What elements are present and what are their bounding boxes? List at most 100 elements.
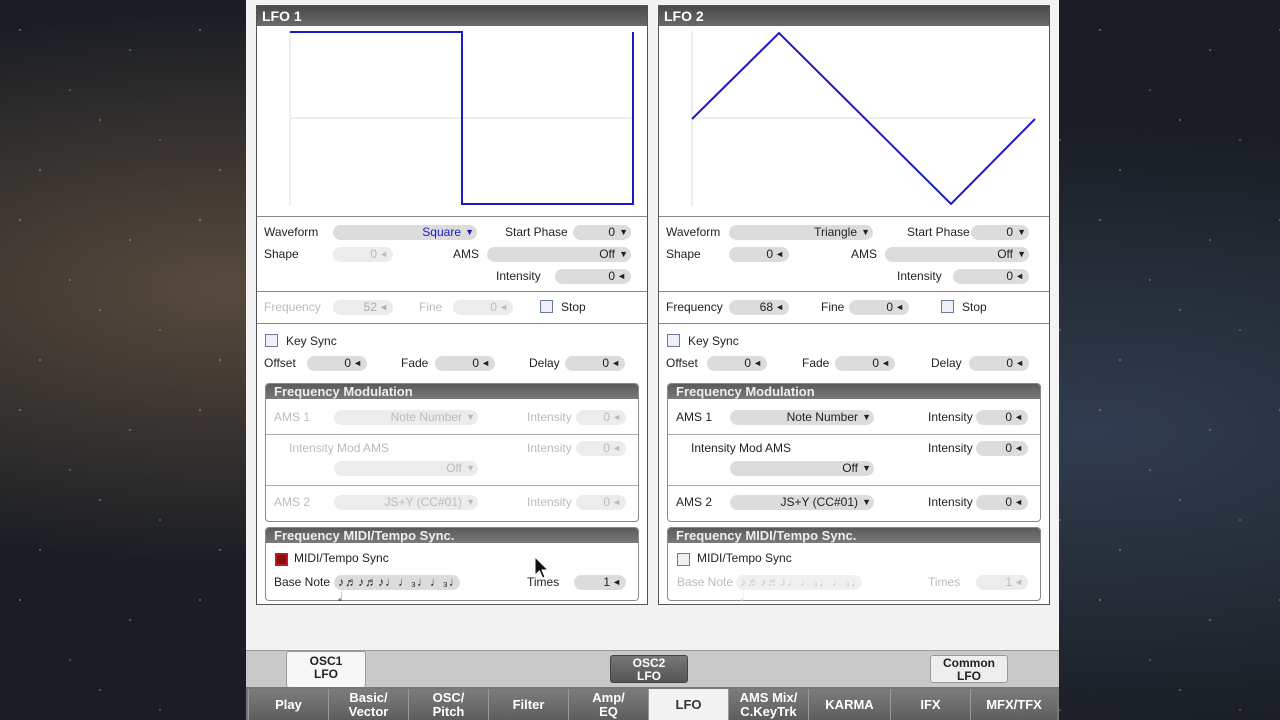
intensity-label: Intensity [496, 269, 541, 283]
tab-play[interactable]: Play [248, 689, 328, 720]
lfo2-key-sync-checkbox[interactable] [667, 334, 680, 347]
lfo2-midi-tempo-sync-box: Frequency MIDI/Tempo Sync. MIDI/Tempo Sy… [667, 527, 1041, 604]
key-sync-label: Key Sync [688, 334, 739, 348]
sub-tab-bar: OSC1 LFO OSC2 LFO Common LFO [246, 650, 1059, 687]
lfo2-ams2-select[interactable]: JS+Y (CC#01) ▼ [730, 495, 874, 510]
lfo1-shape-field[interactable]: 0 ◄ [333, 247, 393, 262]
chevron-down-icon: ▼ [862, 412, 871, 422]
fine-label: Fine [419, 300, 443, 314]
chevron-down-icon: ▼ [466, 463, 475, 473]
tab-osc-pitch[interactable]: OSC/ Pitch [408, 689, 488, 720]
tab-osc1-lfo[interactable]: OSC1 LFO [286, 651, 366, 687]
lfo1-fm-intensity3-field[interactable]: 0 ◄ [576, 495, 626, 510]
lfo2-intensity-field[interactable]: 0 ◄ [953, 269, 1029, 284]
lfo2-ams-select[interactable]: Off ▼ [885, 247, 1029, 262]
left-arrow-icon: ◄ [481, 358, 490, 368]
base-note-label: Base Note [274, 575, 331, 589]
lfo1-base-note-selector[interactable]: ♪♬♪♬♪♩♩₃♩♩₃♩ 𝅗𝅥 [334, 575, 461, 604]
intensity-label: Intensity [897, 269, 942, 283]
left-arrow-icon: ◄ [379, 249, 388, 259]
lfo2-waveform-display [659, 26, 1049, 217]
tab-lfo[interactable]: LFO [648, 689, 728, 720]
frequency-modulation-title: Frequency Modulation [668, 384, 1040, 399]
left-arrow-icon: ◄ [612, 497, 621, 507]
fade-label: Fade [802, 356, 830, 370]
lfo2-base-note-selector[interactable]: ♪♬♪♬♪♩♩₃♩♩₃♩ 𝅗𝅥 [736, 575, 863, 604]
lfo1-start-phase-select[interactable]: 0 ▼ [573, 225, 631, 240]
ams2-label: AMS 2 [274, 495, 311, 509]
left-arrow-icon: ◄ [379, 302, 388, 312]
lfo1-waveform-select[interactable]: Square ▼ [333, 225, 477, 240]
lfo2-midi-tempo-sync-checkbox[interactable] [677, 553, 690, 566]
lfo1-key-sync-section: Key Sync Offset 0 ◄ Fade 0 ◄ Delay 0 ◄ [257, 323, 647, 378]
lfo2-fm-intensity3-field[interactable]: 0 ◄ [976, 495, 1028, 510]
lfo2-panel: LFO 2 Waveform Triangle ▼ Start Phase 0 ▼ … [658, 5, 1050, 605]
divider [668, 434, 1040, 435]
lfo2-times-field[interactable]: 1 ◄ [976, 575, 1028, 590]
lfo1-offset-field[interactable]: 0 ◄ [307, 356, 367, 371]
left-arrow-icon: ◄ [753, 358, 762, 368]
midi-tempo-sync-label: MIDI/Tempo Sync [697, 551, 792, 565]
intensity-label: Intensity [527, 441, 572, 455]
lfo2-frequency-field[interactable]: 68 ◄ [729, 300, 789, 315]
tab-amp-eq[interactable]: Amp/ EQ [568, 689, 648, 720]
lfo2-fade-field[interactable]: 0 ◄ [835, 356, 895, 371]
frequency-modulation-title: Frequency Modulation [266, 384, 638, 399]
intensity-label: Intensity [527, 410, 572, 424]
lfo1-intensity-field[interactable]: 0 ◄ [555, 269, 631, 284]
lfo1-times-field[interactable]: 1 ◄ [574, 575, 626, 590]
left-arrow-icon: ◄ [775, 302, 784, 312]
lfo2-fm-intensity1-field[interactable]: 0 ◄ [976, 410, 1028, 425]
tab-ams-mix[interactable]: AMS Mix/ C.KeyTrk [728, 689, 808, 720]
intensity-mod-ams-label: Intensity Mod AMS [691, 441, 792, 455]
lfo1-ams-select[interactable]: Off ▼ [487, 247, 631, 262]
stop-label: Stop [561, 300, 586, 314]
lfo2-fine-field[interactable]: 0 ◄ [849, 300, 909, 315]
lfo1-midi-tempo-sync-checkbox[interactable] [275, 553, 288, 566]
lfo2-ams1-select[interactable]: Note Number ▼ [730, 410, 874, 425]
intensity-label: Intensity [928, 441, 973, 455]
lfo2-offset-field[interactable]: 0 ◄ [707, 356, 767, 371]
lfo2-fm-intensity2-field[interactable]: 0 ◄ [976, 441, 1028, 456]
waveform-label: Waveform [666, 225, 721, 239]
lfo2-stop-checkbox[interactable] [941, 300, 954, 313]
chevron-down-icon: ▼ [1017, 227, 1026, 237]
tab-osc2-lfo[interactable]: OSC2 LFO [610, 655, 688, 683]
lfo1-fine-field[interactable]: 0 ◄ [453, 300, 513, 315]
lfo1-intensity-mod-ams-select[interactable]: Off ▼ [334, 461, 478, 476]
lfo1-key-sync-checkbox[interactable] [265, 334, 278, 347]
tab-common-lfo[interactable]: Common LFO [930, 655, 1008, 683]
midi-tempo-sync-label: MIDI/Tempo Sync [294, 551, 389, 565]
times-label: Times [928, 575, 961, 589]
lfo2-shape-field[interactable]: 0 ◄ [729, 247, 789, 262]
divider [266, 434, 638, 435]
base-note-label: Base Note [677, 575, 734, 589]
lfo2-title: LFO 2 [659, 6, 1049, 26]
intensity-label: Intensity [928, 410, 973, 424]
fine-label: Fine [821, 300, 845, 314]
lfo1-fm-intensity2-field[interactable]: 0 ◄ [576, 441, 626, 456]
lfo1-ams1-select[interactable]: Note Number ▼ [334, 410, 478, 425]
lfo1-stop-checkbox[interactable] [540, 300, 553, 313]
chevron-down-icon: ▼ [466, 497, 475, 507]
lfo2-start-phase-select[interactable]: 0 ▼ [971, 225, 1029, 240]
lfo1-fade-field[interactable]: 0 ◄ [435, 356, 495, 371]
lfo2-waveform-select[interactable]: Triangle ▼ [729, 225, 873, 240]
tab-ifx[interactable]: IFX [890, 689, 970, 720]
tab-basic-vector[interactable]: Basic/ Vector [328, 689, 408, 720]
lfo1-title: LFO 1 [257, 6, 647, 26]
lfo1-fm-intensity1-field[interactable]: 0 ◄ [576, 410, 626, 425]
tab-karma[interactable]: KARMA [808, 689, 890, 720]
lfo1-ams2-select[interactable]: JS+Y (CC#01) ▼ [334, 495, 478, 510]
lfo2-intensity-mod-ams-select[interactable]: Off ▼ [730, 461, 874, 476]
chevron-down-icon: ▼ [466, 412, 475, 422]
lfo1-frequency-field[interactable]: 52 ◄ [333, 300, 393, 315]
ams-label: AMS [453, 247, 480, 261]
lfo2-key-sync-section: Key Sync Offset 0 ◄ Fade 0 ◄ Delay 0 ◄ [659, 323, 1049, 378]
tab-mfx-tfx[interactable]: MFX/TFX [970, 689, 1057, 720]
left-arrow-icon: ◄ [612, 577, 621, 587]
tab-filter[interactable]: Filter [488, 689, 568, 720]
stop-label: Stop [962, 300, 987, 314]
lfo2-delay-field[interactable]: 0 ◄ [969, 356, 1029, 371]
lfo1-delay-field[interactable]: 0 ◄ [565, 356, 625, 371]
